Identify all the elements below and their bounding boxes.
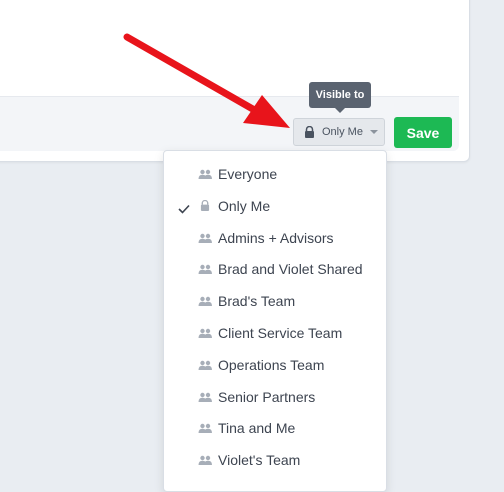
dropdown-option[interactable]: Everyone — [164, 158, 386, 190]
dropdown-option[interactable]: Senior Partners — [164, 381, 386, 413]
dropdown-option[interactable]: Only Me — [164, 190, 386, 222]
group-icon — [198, 168, 212, 180]
panel-footer — [0, 96, 459, 151]
visibility-button-label: Only Me — [322, 126, 363, 138]
visibility-dropdown: Everyone Only Me Admins + Advisors Brad and… — [163, 150, 387, 492]
save-button[interactable]: Save — [394, 117, 452, 148]
dropdown-option[interactable]: Brad and Violet Shared — [164, 253, 386, 285]
group-icon — [198, 263, 212, 275]
visibility-button[interactable]: Only Me — [293, 118, 385, 146]
dropdown-option-label: Client Service Team — [218, 325, 343, 341]
dropdown-option[interactable]: Violet's Team — [164, 444, 386, 476]
dropdown-option-label: Admins + Advisors — [218, 229, 334, 246]
dropdown-option-label: Only Me — [218, 197, 271, 214]
dropdown-option[interactable]: Brad's Team — [164, 285, 386, 317]
dropdown-option-label: Brad and Violet Shared — [218, 261, 363, 278]
group-icon — [198, 232, 212, 244]
dropdown-option-label: Tina and Me — [218, 420, 296, 437]
group-icon — [198, 359, 212, 371]
dropdown-option-label: Violet's Team — [218, 452, 301, 469]
lock-icon — [198, 200, 212, 212]
dropdown-option-label: Senior Partners — [218, 388, 316, 405]
dropdown-option[interactable]: Client Service Team — [164, 317, 386, 349]
group-icon — [198, 454, 212, 466]
group-icon — [198, 391, 212, 403]
chevron-down-icon — [370, 130, 378, 134]
group-icon — [198, 422, 212, 434]
tooltip-text: Visible to — [315, 89, 365, 101]
dropdown-option[interactable]: Tina and Me — [164, 412, 386, 444]
dropdown-option-label: Operations Team — [218, 356, 325, 373]
lock-icon — [305, 126, 314, 138]
dropdown-option[interactable]: Operations Team — [164, 349, 386, 381]
dropdown-option-label: Brad's Team — [218, 293, 296, 310]
checkmark-icon — [178, 201, 190, 214]
dropdown-option-label: Everyone — [218, 166, 278, 182]
visibility-tooltip: Visible to — [309, 82, 371, 113]
dropdown-option[interactable]: Admins + Advisors — [164, 222, 386, 254]
group-icon — [198, 327, 212, 339]
group-icon — [198, 295, 212, 307]
